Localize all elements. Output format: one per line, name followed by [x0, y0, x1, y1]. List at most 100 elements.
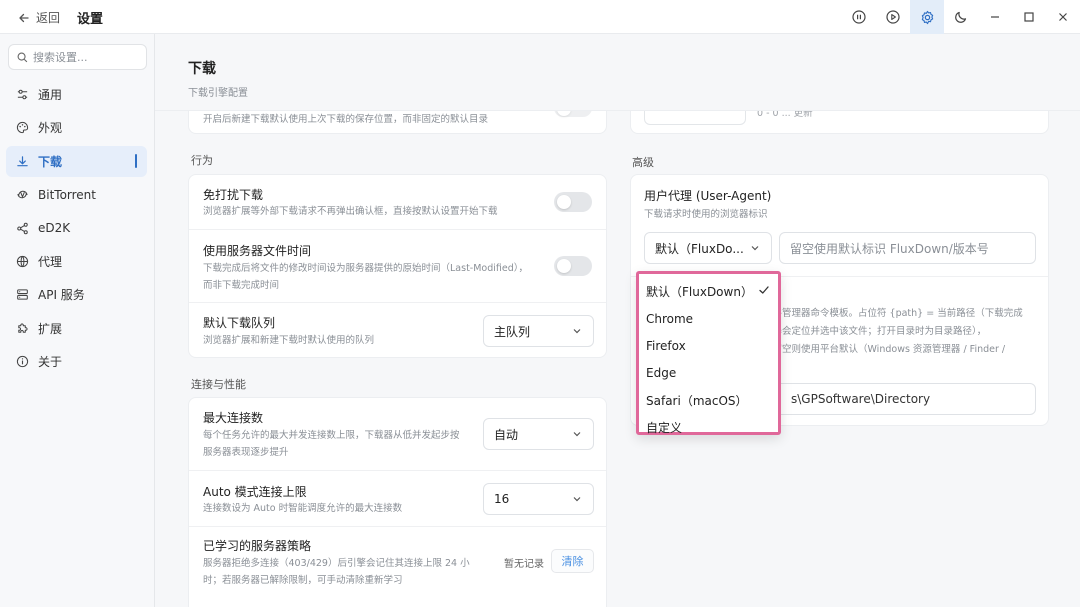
- play-circle-icon: [886, 10, 900, 24]
- behavior-card: 免打扰下载 浏览器扩展等外部下载请求不再弹出确认框，直接按默认设置开始下载 使用…: [188, 174, 607, 358]
- download-icon: [17, 156, 28, 167]
- setting-row-silent-download: 免打扰下载 浏览器扩展等外部下载请求不再弹出确认框，直接按默认设置开始下载: [189, 175, 606, 230]
- search-icon: [17, 52, 28, 62]
- back-button[interactable]: 返回: [18, 9, 60, 26]
- sidebar-item-label: 下载: [38, 154, 63, 169]
- sidebar-item-label: 代理: [38, 254, 63, 269]
- arrow-left-icon: [19, 13, 29, 22]
- sidebar-item-label: 通用: [38, 88, 63, 102]
- page-header: 下载 下载引擎配置: [155, 34, 1080, 111]
- setting-description: 时；若服务器已解除限制，可手动清除重新学习: [203, 575, 403, 586]
- select-value: 16: [494, 492, 510, 506]
- sidebar-item-download[interactable]: 下载: [6, 145, 147, 177]
- setting-description: 下载请求时使用的浏览器标识: [644, 209, 768, 220]
- auto-connection-limit-select[interactable]: 16: [483, 483, 594, 515]
- option-label: Firefox: [646, 338, 686, 353]
- max-connections-select[interactable]: 自动: [483, 418, 594, 450]
- chevron-down-icon: [751, 246, 759, 251]
- search-input[interactable]: 搜索设置...: [8, 44, 147, 70]
- setting-title: Auto 模式连接上限: [203, 485, 307, 499]
- section-title-connection: 连接与性能: [191, 378, 246, 391]
- maximize-icon: [1024, 12, 1034, 22]
- default-queue-select[interactable]: 主队列: [483, 315, 594, 347]
- theme-toggle-button[interactable]: [944, 0, 978, 34]
- pause-all-button[interactable]: [842, 0, 876, 34]
- setting-description: 浏览器扩展等外部下载请求不再弹出确认框，直接按默认设置开始下载: [203, 206, 498, 217]
- dropdown-option-custom[interactable]: 自定义: [639, 414, 778, 441]
- setting-row-default-queue: 默认下载队列 浏览器扩展和新建下载时默认使用的队列 主队列: [189, 303, 606, 359]
- sidebar-item-ed2k[interactable]: eD2K: [6, 213, 147, 244]
- dropdown-option-default[interactable]: 默认（FluxDown）: [639, 278, 778, 305]
- setting-title: 默认下载队列: [203, 316, 276, 330]
- select-value: 自动: [494, 427, 519, 442]
- option-label: 自定义: [646, 421, 683, 436]
- pause-circle-icon: [852, 10, 866, 24]
- share-icon: [17, 222, 28, 234]
- setting-description: 服务器表现逐步提升: [203, 447, 289, 458]
- sidebar-item-api[interactable]: API 服务: [6, 279, 147, 310]
- sidebar: 搜索设置... 通用 外观 下载 BitTorrent eD2K 代理 API …: [0, 34, 155, 607]
- server-file-time-toggle[interactable]: [554, 256, 592, 276]
- user-agent-input[interactable]: 留空使用默认标识 FluxDown/版本号: [779, 232, 1036, 264]
- sidebar-item-label: 扩展: [38, 321, 63, 336]
- active-indicator: [135, 153, 137, 168]
- option-label: Chrome: [646, 311, 694, 326]
- setting-row-max-connections: 最大连接数 每个任务允许的最大并发连接数上限，下载器从低并发起步按 服务器表现逐…: [189, 398, 606, 471]
- sliders-icon: [17, 89, 28, 100]
- minimize-button[interactable]: [978, 0, 1012, 34]
- setting-description: 理器会定位并选中该文件；打开目录时为目录路径），: [763, 326, 987, 337]
- chevron-down-icon: [573, 329, 581, 334]
- setting-description: 开启后新建下载默认使用上次下载的保存位置，而非固定的默认目录: [203, 114, 489, 125]
- option-label: Edge: [646, 366, 677, 381]
- start-all-button[interactable]: [876, 0, 910, 34]
- sidebar-item-label: BitTorrent: [38, 187, 96, 202]
- close-window-button[interactable]: [1046, 0, 1080, 34]
- main-content: 下载 下载引擎配置 开启后新建下载默认使用上次下载的保存位置，而非固定的默认目录…: [155, 34, 1080, 607]
- dropdown-option-edge[interactable]: Edge: [639, 360, 778, 387]
- section-title-behavior: 行为: [191, 154, 213, 167]
- setting-title: 免打扰下载: [203, 188, 264, 202]
- sidebar-item-extensions[interactable]: 扩展: [6, 313, 147, 344]
- sidebar-item-label: API 服务: [38, 288, 85, 303]
- option-label: Safari（macOS）: [646, 393, 748, 408]
- input-placeholder: 留空使用默认标识 FluxDown/版本号: [790, 241, 989, 256]
- setting-title: 最大连接数: [203, 411, 264, 425]
- user-agent-select[interactable]: 默认（FluxDo...: [644, 232, 772, 264]
- setting-title: 用户代理 (User-Agent): [644, 189, 772, 203]
- back-label: 返回: [36, 11, 61, 25]
- connection-card: 最大连接数 每个任务允许的最大并发连接数上限，下载器从低并发起步按 服务器表现逐…: [188, 397, 607, 607]
- chevron-down-icon: [573, 432, 581, 437]
- setting-description: 连接数设为 Auto 时智能调度允许的最大连接数: [203, 503, 403, 514]
- silent-download-toggle[interactable]: [554, 192, 592, 212]
- setting-description: 而非下载完成时间: [203, 280, 280, 291]
- dropdown-option-chrome[interactable]: Chrome: [639, 305, 778, 332]
- close-icon: [1059, 13, 1067, 21]
- setting-description: 浏览器扩展和新建下载时默认使用的队列: [203, 335, 375, 346]
- sidebar-item-bittorrent[interactable]: BitTorrent: [6, 179, 147, 210]
- sidebar-item-label: eD2K: [38, 221, 71, 236]
- search-placeholder: 搜索设置...: [33, 51, 88, 64]
- sidebar-item-general[interactable]: 通用: [6, 79, 147, 110]
- minimize-icon: [991, 16, 999, 18]
- maximize-button[interactable]: [1012, 0, 1046, 34]
- sidebar-item-proxy[interactable]: 代理: [6, 246, 147, 277]
- sidebar-item-about[interactable]: 关于: [6, 346, 147, 377]
- setting-title: 已学习的服务器策略: [203, 539, 312, 553]
- globe-icon: [16, 255, 29, 268]
- settings-button[interactable]: [910, 0, 944, 34]
- setting-description: 。留空则使用平台默认（Windows 资源管理器 / Finder /: [763, 344, 1006, 355]
- clear-policy-button[interactable]: 清除: [551, 549, 594, 573]
- section-title-advanced: 高级: [632, 156, 654, 169]
- sidebar-item-appearance[interactable]: 外观: [6, 112, 147, 143]
- info-icon: [16, 356, 29, 368]
- select-value: 主队列: [494, 324, 531, 339]
- bittorrent-icon: [17, 190, 28, 199]
- dropdown-option-safari[interactable]: Safari（macOS）: [639, 387, 778, 414]
- setting-row-auto-connection-limit: Auto 模式连接上限 连接数设为 Auto 时智能调度允许的最大连接数 16: [189, 471, 606, 527]
- setting-description: 下载完成后将文件的修改时间设为服务器提供的原始时间（Last-Modified）…: [203, 263, 529, 274]
- setting-description: 每个任务允许的最大并发连接数上限，下载器从低并发起步按: [203, 430, 460, 441]
- setting-row-user-agent: 用户代理 (User-Agent) 下载请求时使用的浏览器标识 默认（FluxD…: [631, 175, 1048, 277]
- dropdown-option-firefox[interactable]: Firefox: [639, 332, 778, 359]
- title-bar: 返回 设置: [0, 0, 1080, 34]
- input-value: s\GPSoftware\Directory: [791, 392, 931, 406]
